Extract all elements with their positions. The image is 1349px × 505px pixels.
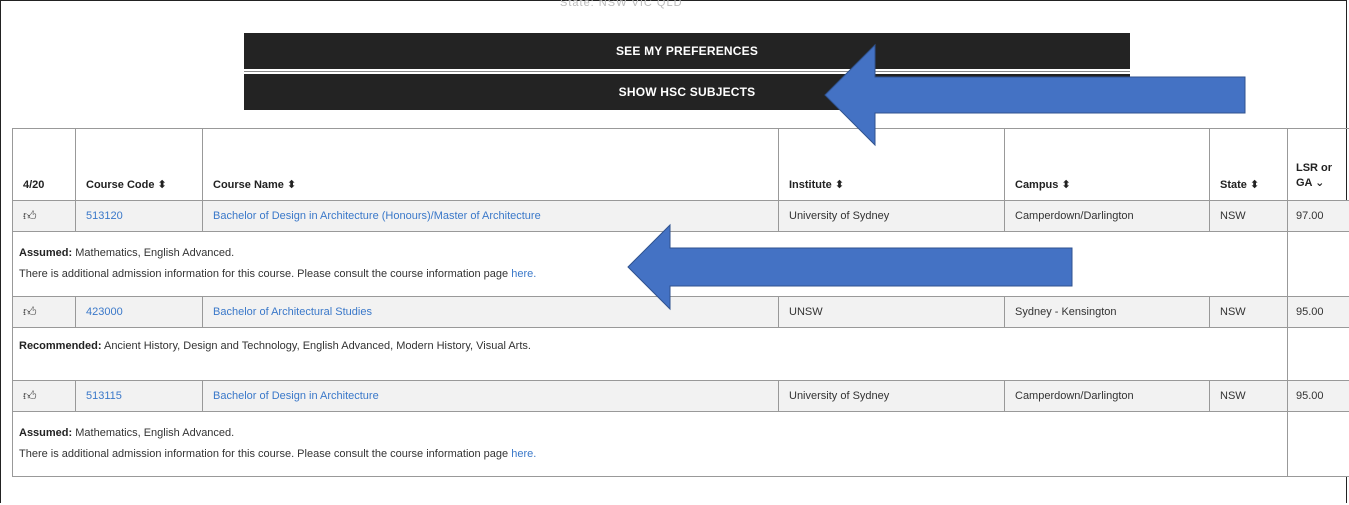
favourite-cell[interactable]: 👍︎ [12,380,76,412]
course-name-header[interactable]: Course Name ⬍ [202,128,779,201]
course-name-link[interactable]: Bachelor of Design in Architecture [213,390,379,402]
lsr-header-line1: LSR or [1296,162,1333,174]
course-info-link[interactable]: here. [511,448,536,460]
info-row: Recommended: Ancient History, Design and… [12,327,1349,381]
lsr-header[interactable]: LSR or GA ⌄ [1287,128,1349,201]
thumbs-up-icon[interactable]: 👍︎ [23,304,37,319]
course-code-link[interactable]: 513115 [86,390,122,402]
count-header: 4/20 [12,128,76,201]
subjects-line: Assumed: Mathematics, English Advanced. [19,423,1281,444]
info-empty-cell [1287,327,1349,381]
lsr-cell: 95.00 [1287,296,1349,328]
course-code-cell: 423000 [75,296,203,328]
subjects-text: Ancient History, Design and Technology, … [101,340,531,352]
course-name-link[interactable]: Bachelor of Design in Architecture (Hono… [213,210,541,222]
campus-cell: Camperdown/Darlington [1004,380,1210,412]
info-row: Assumed: Mathematics, English Advanced. … [12,411,1349,477]
info-empty-cell [1287,411,1349,477]
course-code-link[interactable]: 423000 [86,306,123,318]
state-cell: NSW [1209,296,1288,328]
institute-cell: University of Sydney [778,380,1005,412]
admission-note: There is additional admission informatio… [19,444,1281,465]
filter-caption: State: NSW VIC QLD [560,0,683,9]
course-code-header[interactable]: Course Code ⬍ [75,128,203,201]
course-name-cell: Bachelor of Design in Architecture [202,380,779,412]
course-name-link[interactable]: Bachelor of Architectural Studies [213,306,372,318]
thumbs-up-icon[interactable]: 👍︎ [23,388,37,403]
favourite-cell[interactable]: 👍︎ [12,296,76,328]
info-empty-cell [1287,231,1349,297]
course-code-cell: 513120 [75,200,203,232]
course-code-link[interactable]: 513120 [86,210,123,222]
admission-note-text: There is additional admission informatio… [19,448,512,460]
info-cell: Assumed: Mathematics, English Advanced. … [12,411,1288,477]
assumed-label: Assumed: [19,247,73,259]
lsr-cell: 97.00 [1287,200,1349,232]
subjects-line: Recommended: Ancient History, Design and… [19,336,1281,357]
subjects-text: Mathematics, English Advanced. [72,247,235,259]
assumed-label: Assumed: [19,427,73,439]
annotation-arrow-icon [824,43,1246,147]
lsr-header-line2: GA ⌄ [1296,177,1325,189]
annotation-arrow-icon [627,223,1073,311]
info-cell: Recommended: Ancient History, Design and… [12,327,1288,381]
table-row: 👍︎ 513115 Bachelor of Design in Architec… [12,380,1349,412]
favourite-cell[interactable]: 👍︎ [12,200,76,232]
admission-note-text: There is additional admission informatio… [19,268,512,280]
state-cell: NSW [1209,380,1288,412]
course-info-link[interactable]: here. [511,268,536,280]
thumbs-up-icon[interactable]: 👍︎ [23,208,37,223]
recommended-label: Recommended: [19,340,102,352]
course-code-cell: 513115 [75,380,203,412]
subjects-text: Mathematics, English Advanced. [72,427,235,439]
lsr-cell: 95.00 [1287,380,1349,412]
state-cell: NSW [1209,200,1288,232]
